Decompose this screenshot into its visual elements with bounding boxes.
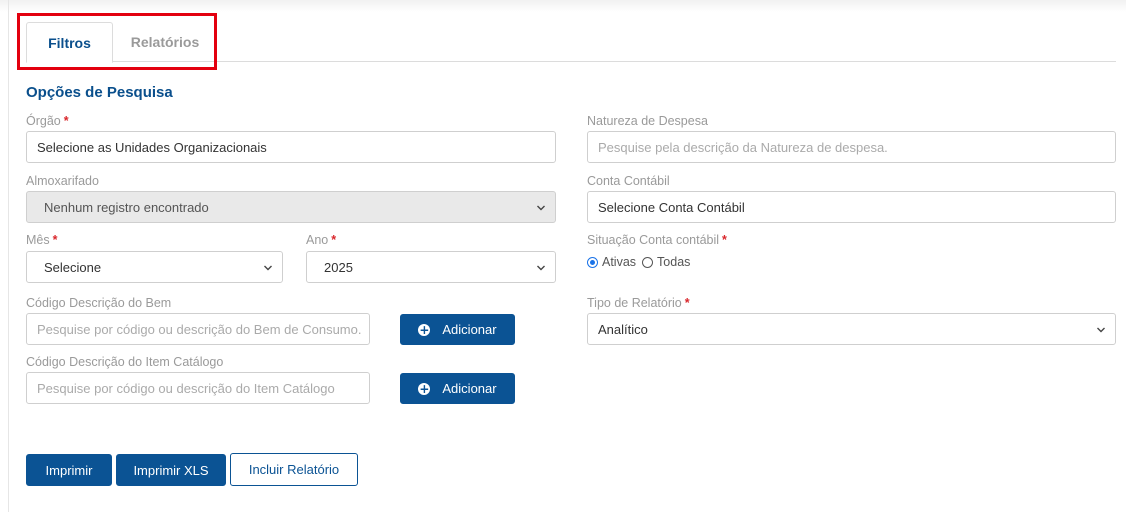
mes-label: Mês * <box>26 233 58 247</box>
mes-label-text: Mês <box>26 233 50 247</box>
top-shadow <box>0 0 1126 12</box>
plus-circle-icon: + <box>418 381 431 396</box>
imprimir-xls-button[interactable]: Imprimir XLS <box>116 454 226 486</box>
situacao-label: Situação Conta contábil * <box>587 233 727 247</box>
adicionar-item-button[interactable]: + Adicionar <box>400 373 515 404</box>
almoxarifado-value: Nenhum registro encontrado <box>44 199 209 215</box>
plus-circle-icon: + <box>418 322 431 337</box>
ano-value: 2025 <box>324 259 353 275</box>
ano-label-text: Ano <box>306 233 329 247</box>
situacao-radio-group: Ativas Todas <box>587 255 696 269</box>
ano-label: Ano * <box>306 233 336 247</box>
tab-bar: Filtros Relatórios <box>26 22 1116 63</box>
tipo-relatorio-label: Tipo de Relatório * <box>587 296 690 310</box>
situacao-label-text: Situação Conta contábil <box>587 233 720 247</box>
conta-contabil-field[interactable]: Selecione Conta Contábil <box>587 191 1116 223</box>
natureza-input[interactable]: Pesquise pela descrição da Natureza de d… <box>587 131 1116 163</box>
required-mark: * <box>63 114 69 128</box>
adicionar-item-label: Adicionar <box>442 381 497 396</box>
tipo-relatorio-select[interactable]: Analítico <box>587 313 1116 345</box>
orgao-label-text: Órgão <box>26 114 61 128</box>
radio-ativas[interactable] <box>587 256 598 268</box>
chevron-down-icon <box>537 265 545 271</box>
chevron-down-icon <box>264 265 272 271</box>
orgao-field[interactable]: Selecione as Unidades Organizacionais <box>26 131 556 163</box>
chevron-down-icon <box>537 205 545 211</box>
section-title: Opções de Pesquisa <box>26 84 173 101</box>
almoxarifado-select[interactable]: Nenhum registro encontrado <box>26 191 556 223</box>
left-border <box>8 0 9 512</box>
tab-filtros[interactable]: Filtros <box>26 22 113 63</box>
adicionar-bem-button[interactable]: + Adicionar <box>400 314 515 345</box>
mes-select[interactable]: Selecione <box>26 251 283 283</box>
required-mark: * <box>331 233 337 247</box>
required-mark: * <box>684 296 690 310</box>
adicionar-bem-label: Adicionar <box>442 322 497 337</box>
required-mark: * <box>52 233 58 247</box>
ano-select[interactable]: 2025 <box>306 251 556 283</box>
tipo-relatorio-value: Analítico <box>598 321 648 337</box>
imprimir-button[interactable]: Imprimir <box>26 454 112 486</box>
mes-value: Selecione <box>44 259 102 275</box>
required-mark: * <box>722 233 727 247</box>
radio-todas-label[interactable]: Todas <box>657 255 690 269</box>
codigo-item-label: Código Descrição do Item Catálogo <box>26 355 224 369</box>
radio-todas[interactable] <box>642 256 654 268</box>
codigo-bem-label: Código Descrição do Bem <box>26 296 172 310</box>
codigo-bem-input[interactable]: Pesquise por código ou descrição do Bem … <box>26 313 370 345</box>
tab-relatorios[interactable]: Relatórios <box>113 22 217 62</box>
chevron-down-icon <box>1097 327 1105 333</box>
codigo-item-input[interactable]: Pesquise por código ou descrição do Item… <box>26 372 370 404</box>
almoxarifado-label: Almoxarifado <box>26 174 99 188</box>
orgao-label: Órgão * <box>26 114 69 128</box>
conta-contabil-label: Conta Contábil <box>587 174 670 188</box>
radio-ativas-label[interactable]: Ativas <box>602 255 636 269</box>
incluir-relatorio-button[interactable]: Incluir Relatório <box>230 453 358 486</box>
natureza-label: Natureza de Despesa <box>587 114 708 128</box>
tipo-relatorio-label-text: Tipo de Relatório <box>587 296 682 310</box>
